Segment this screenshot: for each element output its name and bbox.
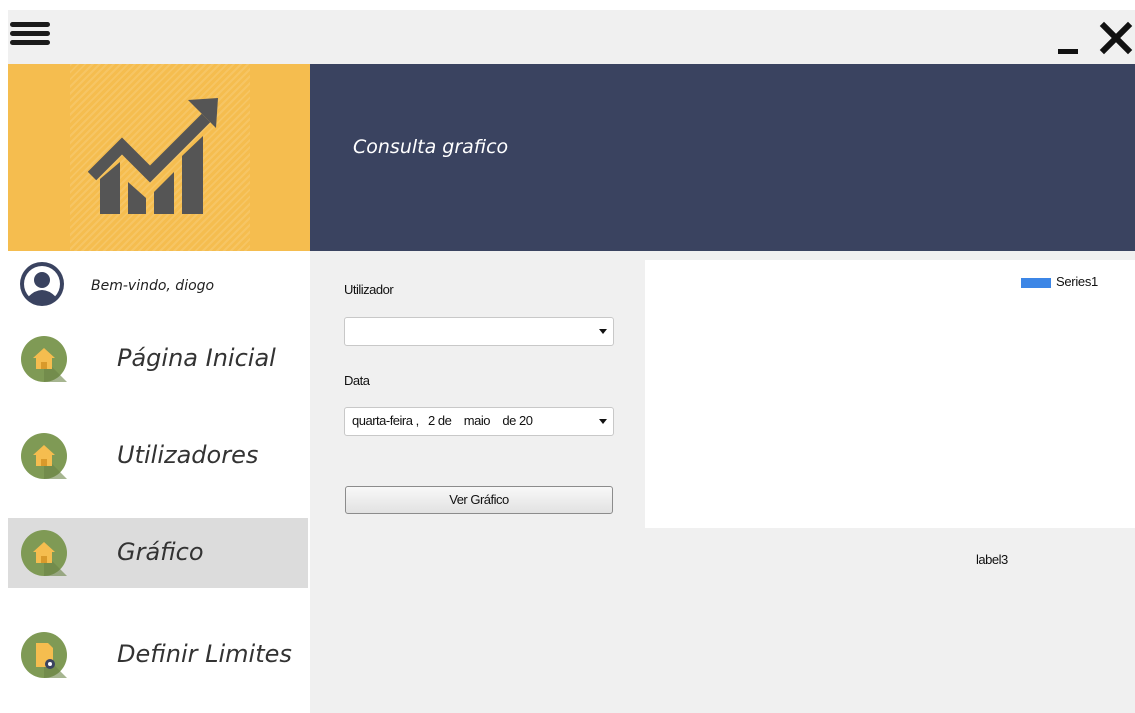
sidebar-item-label: Página Inicial: [117, 344, 276, 372]
logo-panel: [8, 64, 310, 251]
legend-label: Series1: [1056, 274, 1098, 289]
sidebar: Bem-vindo, diogo Página Inicial Utilizad…: [8, 251, 310, 713]
data-label: Data: [344, 373, 370, 388]
utilizador-label: Utilizador: [344, 282, 394, 297]
close-button[interactable]: [1098, 20, 1134, 56]
sidebar-item-pagina-inicial[interactable]: Página Inicial: [8, 324, 308, 394]
close-icon: [1099, 21, 1133, 55]
chart-area: Series1: [645, 260, 1135, 528]
welcome-text: Bem-vindo, diogo: [91, 278, 215, 294]
user-avatar-icon: [20, 262, 64, 306]
sidebar-item-utilizadores[interactable]: Utilizadores: [8, 421, 308, 491]
status-label: label3: [976, 552, 1008, 567]
legend-swatch: [1021, 278, 1051, 288]
sidebar-item-grafico[interactable]: Gráfico: [8, 518, 308, 588]
utilizador-select[interactable]: [344, 317, 614, 346]
home-icon: [21, 433, 67, 479]
date-value: quarta-feira , 2 de maio de 20: [352, 413, 533, 428]
page-title: Consulta grafico: [353, 136, 509, 158]
main-content: Utilizador Data quarta-feira , 2 de maio…: [310, 251, 1135, 713]
sidebar-item-label: Utilizadores: [117, 441, 259, 469]
chevron-down-icon: [599, 329, 607, 334]
date-picker[interactable]: quarta-feira , 2 de maio de 20: [344, 407, 614, 436]
home-icon: [21, 530, 67, 576]
minimize-icon: [1058, 49, 1078, 54]
page-header: Consulta grafico: [310, 64, 1135, 251]
hamburger-menu-icon[interactable]: [10, 22, 56, 48]
sidebar-item-definir-limites[interactable]: Definir Limites: [8, 620, 308, 690]
sidebar-item-label: Definir Limites: [117, 640, 292, 668]
title-bar: [8, 10, 1135, 64]
minimize-button[interactable]: [1058, 28, 1080, 54]
home-icon: [21, 336, 67, 382]
ver-grafico-button[interactable]: Ver Gráfico: [345, 486, 613, 514]
sidebar-item-label: Gráfico: [117, 538, 204, 566]
document-settings-icon: [21, 632, 67, 678]
chart-growth-icon: [88, 98, 218, 214]
chevron-down-icon: [599, 419, 607, 424]
